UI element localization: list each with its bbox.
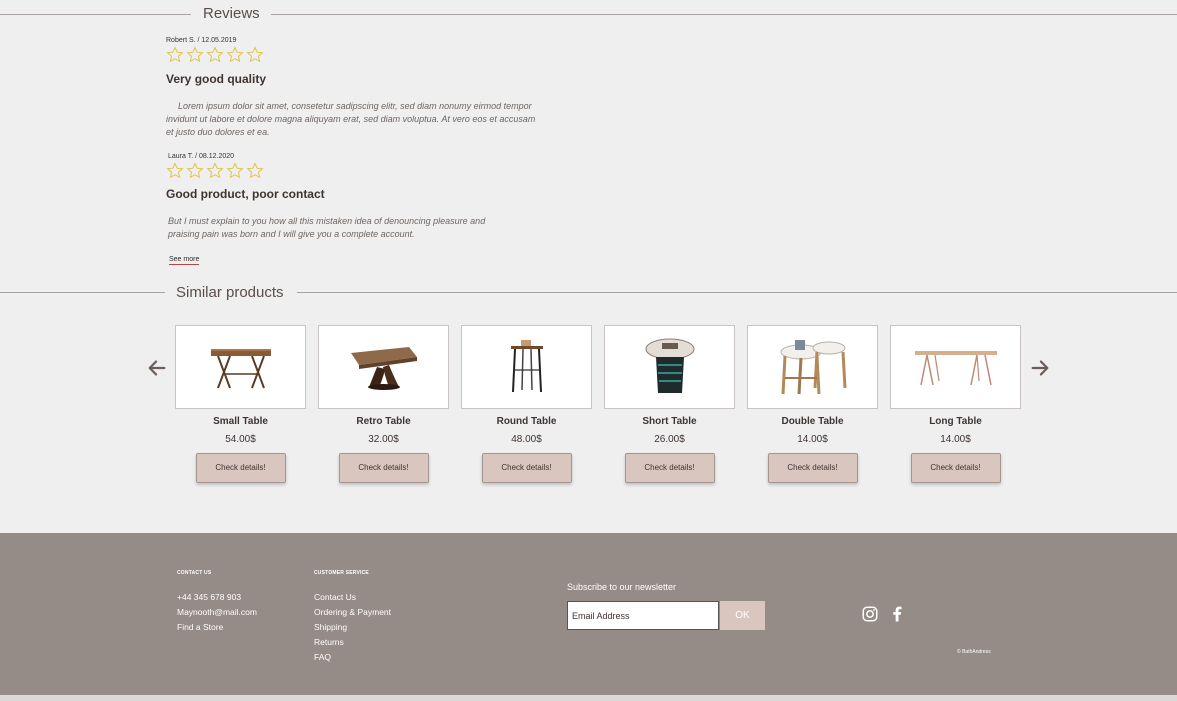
service-returns-link[interactable]: Returns <box>314 637 344 647</box>
facebook-icon[interactable] <box>888 605 906 623</box>
check-details-button[interactable]: Check details! <box>767 453 858 483</box>
review-rating <box>166 162 508 180</box>
product-card: Double Table 14.00$ Check details! <box>747 325 878 483</box>
review-item: Laura T. / 08.12.2020 Good product, poor… <box>166 153 508 241</box>
contact-phone-link[interactable]: +44 345 678 903 <box>177 592 241 602</box>
newsletter-email-input[interactable] <box>567 601 719 630</box>
star-icon <box>166 162 184 179</box>
check-details-button[interactable]: Check details! <box>481 453 572 483</box>
product-price: 14.00$ <box>797 434 828 445</box>
customer-service-heading: CUSTOMER SERVICE <box>314 570 369 576</box>
similar-divider-right <box>297 292 1177 293</box>
product-name: Retro Table <box>356 416 411 427</box>
star-icon <box>246 46 264 63</box>
contact-email-link[interactable]: Maynooth@mail.com <box>177 607 257 617</box>
product-price: 14.00$ <box>940 434 971 445</box>
product-price: 54.00$ <box>225 434 256 445</box>
service-ordering-link[interactable]: Ordering & Payment <box>314 607 391 617</box>
double-table-image[interactable] <box>747 325 878 409</box>
review-author-date: Laura T. / 08.12.2020 <box>168 153 235 160</box>
reviews-divider-right <box>271 14 1177 15</box>
review-body: But I must explain to you how all this m… <box>168 216 486 239</box>
similar-products-heading: Similar products <box>166 284 294 301</box>
product-name: Long Table <box>929 416 982 427</box>
reviews-divider-left <box>0 14 191 15</box>
check-details-button[interactable]: Check details! <box>195 453 286 483</box>
check-details-button[interactable]: Check details! <box>624 453 715 483</box>
instagram-icon[interactable] <box>861 605 879 623</box>
product-name: Small Table <box>213 416 268 427</box>
find-store-link[interactable]: Find a Store <box>177 622 223 632</box>
service-shipping-link[interactable]: Shipping <box>314 622 347 632</box>
product-card: Long Table 14.00$ Check details! <box>890 325 1021 483</box>
product-name: Double Table <box>781 416 844 427</box>
product-card: Retro Table 32.00$ Check details! <box>318 325 449 483</box>
star-icon <box>226 46 244 63</box>
footer-bottom-strip <box>0 695 1177 701</box>
review-title: Very good quality <box>166 72 267 86</box>
product-name: Round Table <box>496 416 557 427</box>
product-name: Short Table <box>642 416 697 427</box>
newsletter-submit-button[interactable]: OK <box>720 601 765 630</box>
star-icon <box>206 162 224 179</box>
review-rating <box>166 46 538 64</box>
check-details-button[interactable]: Check details! <box>338 453 429 483</box>
service-contact-link[interactable]: Contact Us <box>314 592 356 602</box>
review-body: Lorem ipsum dolor sit amet, consetetur s… <box>166 101 536 137</box>
retro-table-image[interactable] <box>318 325 449 409</box>
product-card: Short Table 26.00$ Check details! <box>604 325 735 483</box>
review-author-date: Robert S. / 12.05.2019 <box>166 37 237 44</box>
round-table-image[interactable] <box>461 325 592 409</box>
star-icon <box>166 46 184 63</box>
reviews-heading: Reviews <box>193 5 270 22</box>
contact-us-heading: CONTACT US <box>177 570 212 576</box>
site-footer: CONTACT US +44 345 678 903 Maynooth@mail… <box>0 533 1177 695</box>
similar-divider-left <box>0 292 165 293</box>
small-table-image[interactable] <box>175 325 306 409</box>
product-price: 48.00$ <box>511 434 542 445</box>
star-icon <box>206 46 224 63</box>
arrow-left-icon[interactable] <box>146 357 168 379</box>
arrow-right-icon[interactable] <box>1029 357 1051 379</box>
product-card: Small Table 54.00$ Check details! <box>175 325 306 483</box>
copyright-text: © BathAndress <box>957 649 991 655</box>
product-card: Round Table 48.00$ Check details! <box>461 325 592 483</box>
long-table-image[interactable] <box>890 325 1021 409</box>
star-icon <box>186 162 204 179</box>
product-price: 26.00$ <box>654 434 685 445</box>
star-icon <box>246 162 264 179</box>
review-item: Robert S. / 12.05.2019 Very good quality… <box>166 37 538 139</box>
star-icon <box>226 162 244 179</box>
product-price: 32.00$ <box>368 434 399 445</box>
check-details-button[interactable]: Check details! <box>910 453 1001 483</box>
service-faq-link[interactable]: FAQ <box>314 652 331 662</box>
review-title: Good product, poor contact <box>166 187 325 201</box>
short-table-image[interactable] <box>604 325 735 409</box>
newsletter-label: Subscribe to our newsletter <box>567 582 677 592</box>
star-icon <box>186 46 204 63</box>
see-more-link[interactable]: See more <box>169 256 200 265</box>
